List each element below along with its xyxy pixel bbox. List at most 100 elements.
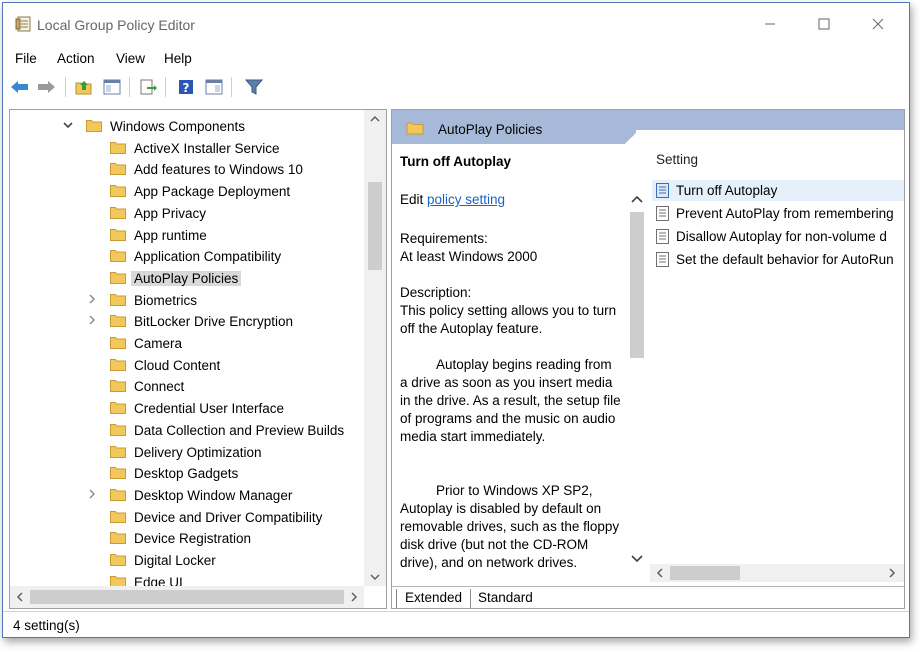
description-scrollbar[interactable] — [628, 190, 646, 582]
folder-icon — [110, 271, 126, 284]
up-one-level-button[interactable] — [73, 76, 95, 98]
chevron-right-icon[interactable] — [86, 314, 98, 328]
tree-horizontal-scrollbar[interactable] — [10, 586, 364, 608]
edit-policy-setting-link[interactable]: policy setting — [427, 192, 505, 207]
toolbar-separator — [231, 77, 232, 97]
export-list-button[interactable] — [137, 76, 159, 98]
folder-icon — [110, 228, 126, 241]
scroll-down-button[interactable] — [628, 550, 646, 568]
toolbar-separator — [165, 77, 166, 97]
back-arrow-icon — [11, 81, 28, 93]
folder-icon — [110, 358, 126, 371]
tree-item[interactable]: Biometrics — [10, 290, 364, 311]
tree-vertical-scrollbar[interactable] — [364, 110, 386, 586]
tree-item[interactable]: App runtime — [10, 225, 364, 246]
folder-icon — [110, 531, 126, 545]
close-button[interactable] — [863, 11, 893, 37]
setting-row[interactable]: Turn off Autoplay — [652, 180, 904, 201]
tree-item[interactable]: App Privacy — [10, 203, 364, 224]
tree-item[interactable]: Add features to Windows 10 — [10, 159, 364, 180]
folder-icon — [406, 122, 424, 135]
tree-item[interactable]: Credential User Interface — [10, 398, 364, 419]
chevron-right-icon[interactable] — [86, 488, 98, 502]
tree-item[interactable]: Cloud Content — [10, 355, 364, 376]
console-tree-icon — [103, 79, 121, 95]
setting-label: Set the default behavior for AutoRun — [676, 252, 894, 267]
tree-item[interactable]: Device Registration — [10, 528, 364, 549]
tree-item[interactable]: Application Compatibility — [10, 246, 364, 267]
chevron-right-icon[interactable] — [86, 293, 98, 307]
setting-row[interactable]: Set the default behavior for AutoRun — [652, 249, 904, 270]
tree-item-label: Digital Locker — [134, 553, 216, 568]
policy-setting-icon — [656, 252, 669, 267]
policy-title: Turn off Autoplay — [400, 154, 511, 169]
maximize-button[interactable] — [809, 11, 839, 37]
tree-item-label: Desktop Gadgets — [134, 466, 239, 482]
scroll-thumb[interactable] — [368, 182, 382, 270]
edit-prefix: Edit — [400, 192, 428, 207]
tree-item[interactable]: Device and Driver Compatibility — [10, 507, 364, 528]
tree-item[interactable]: ActiveX Installer Service — [10, 138, 364, 159]
tree-item[interactable]: AutoPlay Policies — [10, 268, 364, 289]
chevron-right-icon — [889, 568, 896, 578]
filter-icon — [245, 79, 263, 95]
menu-help[interactable]: Help — [164, 51, 192, 66]
toolbar: ? — [3, 73, 909, 101]
tree-item-label: Biometrics — [134, 292, 198, 308]
menu-action[interactable]: Action — [57, 51, 95, 66]
settings-horizontal-scrollbar[interactable] — [650, 564, 904, 582]
folder-icon — [110, 293, 126, 306]
tab-standard[interactable]: Standard — [470, 589, 541, 608]
policy-editor-app-icon — [15, 16, 31, 32]
tree-item[interactable]: BitLocker Drive Encryption — [10, 311, 364, 332]
tree-item-label: Application Compatibility — [134, 249, 282, 265]
scroll-thumb[interactable] — [670, 566, 740, 580]
filter-button[interactable] — [243, 76, 265, 98]
forward-button[interactable] — [35, 76, 57, 98]
scroll-down-button[interactable] — [364, 568, 386, 586]
scroll-right-button[interactable] — [882, 564, 902, 582]
show-hide-tree-button[interactable] — [101, 76, 123, 98]
tree-item[interactable]: Camera — [10, 333, 364, 354]
properties-button[interactable] — [203, 76, 225, 98]
tree-item-label: ActiveX Installer Service — [134, 140, 280, 156]
chevron-left-icon — [656, 568, 663, 578]
tree-item-label: Add features to Windows 10 — [134, 162, 303, 178]
scroll-up-button[interactable] — [364, 110, 386, 128]
scroll-thumb[interactable] — [630, 212, 644, 358]
tree-item[interactable]: Desktop Window Manager — [10, 485, 364, 506]
details-header: AutoPlay Policies — [392, 110, 904, 144]
tree-item[interactable]: Windows Components — [10, 116, 364, 137]
scroll-right-button[interactable] — [344, 586, 364, 608]
tree-item[interactable]: App Package Deployment — [10, 181, 364, 202]
setting-row[interactable]: Prevent AutoPlay from remembering — [652, 203, 904, 224]
edit-policy-line: Edit policy setting — [400, 192, 505, 207]
chevron-down-icon[interactable] — [62, 119, 74, 133]
tree-item[interactable]: Edge UI — [10, 572, 364, 586]
tree-item-label: Delivery Optimization — [134, 444, 262, 460]
help-button[interactable]: ? — [175, 76, 197, 98]
tree-item[interactable]: Data Collection and Preview Builds — [10, 420, 364, 441]
tree-item[interactable]: Delivery Optimization — [10, 442, 364, 463]
tree-item[interactable]: Digital Locker — [10, 550, 364, 571]
scroll-left-button[interactable] — [10, 586, 30, 608]
chevron-right-icon — [351, 592, 358, 602]
setting-row[interactable]: Disallow Autoplay for non-volume d — [652, 226, 904, 247]
tree-item-label: Desktop Window Manager — [134, 487, 293, 503]
tree-item[interactable]: Desktop Gadgets — [10, 463, 364, 484]
minimize-button[interactable] — [755, 11, 785, 37]
forward-arrow-icon — [38, 81, 55, 93]
menu-view[interactable]: View — [116, 51, 145, 66]
scroll-left-button[interactable] — [650, 564, 670, 582]
scroll-up-button[interactable] — [628, 190, 646, 208]
scroll-thumb[interactable] — [30, 590, 344, 604]
menu-file[interactable]: File — [15, 51, 37, 66]
tree-item-label: Data Collection and Preview Builds — [134, 422, 345, 438]
tree-item[interactable]: Connect — [10, 376, 364, 397]
help-icon: ? — [179, 80, 193, 95]
tab-extended[interactable]: Extended — [396, 589, 472, 608]
back-button[interactable] — [9, 76, 31, 98]
setting-column-header[interactable]: Setting — [656, 152, 698, 167]
title-bar[interactable]: Local Group Policy Editor — [3, 3, 909, 43]
window-title: Local Group Policy Editor — [37, 17, 195, 33]
